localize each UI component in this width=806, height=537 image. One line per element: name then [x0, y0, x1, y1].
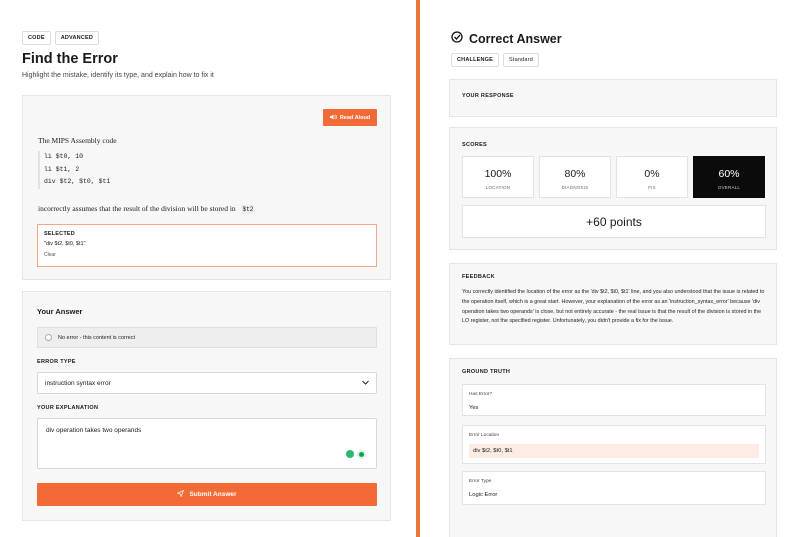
- gt-key: Has Error?: [469, 392, 493, 397]
- error-type-label: ERROR TYPE: [37, 359, 76, 365]
- answer-title: Your Answer: [37, 307, 83, 316]
- tag-code: CODE: [22, 31, 51, 45]
- result-title-text: Correct Answer: [469, 31, 562, 46]
- tag-advanced: ADVANCED: [54, 31, 100, 45]
- result-panel: Correct Answer CHALLENGE Standard YOUR R…: [420, 0, 806, 537]
- code-block: li $t0, 10 li $t1, 2 div $t2, $t0, $t1: [38, 151, 110, 189]
- score-name: OVERALL: [717, 185, 741, 190]
- send-icon: [176, 489, 185, 499]
- tag-standard: Standard: [503, 53, 539, 67]
- gt-value: Logic Error: [469, 492, 498, 498]
- gt-value: div $t2, $t0, $t1: [469, 444, 759, 458]
- your-response-card: YOUR RESPONSE: [449, 79, 777, 117]
- code-line[interactable]: li $t1, 2: [44, 164, 110, 177]
- ground-truth-label: GROUND TRUTH: [462, 369, 511, 375]
- check-circle-icon: [451, 31, 463, 46]
- read-aloud-button[interactable]: Read Aloud: [323, 109, 377, 126]
- result-tags: CHALLENGE Standard: [451, 53, 539, 67]
- chevron-down-icon: [362, 380, 369, 387]
- explanation-value: div operation takes two operands: [46, 427, 142, 434]
- selected-box: SELECTED "div $t2, $t0, $t1" Clear: [37, 224, 377, 267]
- score-name: FIX: [648, 185, 656, 190]
- task-tags: CODE ADVANCED: [22, 31, 100, 45]
- problem-outro[interactable]: incorrectly assumes that the result of t…: [38, 204, 256, 214]
- score-value: 80%: [564, 168, 586, 180]
- read-aloud-label: Read Aloud: [339, 114, 371, 121]
- grammar-icon[interactable]: [357, 450, 366, 459]
- submit-button[interactable]: Submit Answer: [37, 483, 377, 506]
- scores-card: SCORES 100% LOCATION 80% DIAGNOSIS 0% FI…: [449, 127, 777, 250]
- gt-value: Yes: [469, 405, 479, 411]
- code-line[interactable]: li $t0, 10: [44, 151, 110, 164]
- no-error-option[interactable]: No error - this content is correct: [37, 327, 377, 348]
- gt-has-error: Has Error? Yes: [462, 384, 766, 416]
- score-overall: 60% OVERALL: [693, 156, 765, 198]
- gt-key: Error Type: [469, 479, 492, 484]
- result-title: Correct Answer: [451, 31, 562, 46]
- inline-code: $t2: [240, 205, 256, 214]
- selected-label: SELECTED: [44, 231, 75, 237]
- score-name: DIAGNOSIS: [561, 185, 589, 190]
- explanation-field[interactable]: div operation takes two operands: [37, 418, 377, 469]
- task-panel: CODE ADVANCED Find the Error Highlight t…: [0, 0, 416, 537]
- radio-icon[interactable]: [45, 334, 52, 341]
- feedback-card: FEEDBACK You correctly identified the lo…: [449, 263, 777, 345]
- explanation-label: YOUR EXPLANATION: [37, 405, 99, 411]
- points-total: +60 points: [462, 205, 766, 238]
- feedback-text: You correctly identified the location of…: [462, 289, 765, 325]
- score-location: 100% LOCATION: [462, 156, 534, 198]
- gt-key: Error Location: [469, 433, 500, 438]
- score-fix: 0% FIX: [616, 156, 688, 198]
- gt-location: Error Location div $t2, $t0, $t1: [462, 425, 766, 464]
- problem-outro-text: incorrectly assumes that the result of t…: [38, 204, 236, 213]
- score-name: LOCATION: [485, 185, 511, 190]
- selected-value: "div $t2, $t0, $t1": [44, 241, 86, 247]
- score-diagnosis: 80% DIAGNOSIS: [539, 156, 611, 198]
- answer-card: Your Answer No error - this content is c…: [22, 291, 391, 521]
- ground-truth-card: GROUND TRUTH Has Error? Yes Error Locati…: [449, 358, 777, 537]
- no-error-label: No error - this content is correct: [58, 334, 136, 341]
- score-value: 0%: [644, 168, 660, 180]
- score-value: 60%: [718, 168, 740, 180]
- score-value: 100%: [484, 168, 512, 180]
- submit-label: Submit Answer: [189, 491, 237, 498]
- code-line[interactable]: div $t2, $t0, $t1: [44, 176, 110, 189]
- page-title: Find the Error: [22, 51, 118, 67]
- problem-intro[interactable]: The MIPS Assembly code: [38, 136, 117, 145]
- problem-card: Read Aloud The MIPS Assembly code li $t0…: [22, 95, 391, 280]
- feedback-label: FEEDBACK: [462, 274, 495, 280]
- page-subtitle: Highlight the mistake, identify its type…: [22, 72, 214, 79]
- your-response-label: YOUR RESPONSE: [462, 93, 514, 99]
- scores-label: SCORES: [462, 142, 488, 148]
- error-type-value: instruction syntax error: [45, 379, 111, 387]
- extension-icon[interactable]: [346, 450, 354, 458]
- tag-challenge: CHALLENGE: [451, 53, 500, 67]
- speaker-icon: [329, 113, 337, 122]
- error-type-select[interactable]: instruction syntax error: [37, 372, 377, 394]
- gt-type: Error Type Logic Error: [462, 471, 766, 505]
- clear-link[interactable]: Clear: [44, 252, 370, 258]
